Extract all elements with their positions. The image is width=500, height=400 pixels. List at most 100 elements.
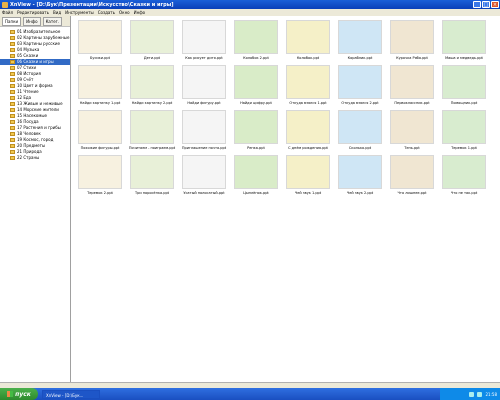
- thumbnail-image: [130, 110, 174, 144]
- tray-icon[interactable]: [469, 391, 475, 397]
- thumbnail-item[interactable]: Дети.ppt: [127, 19, 177, 63]
- maximize-button[interactable]: □: [482, 1, 490, 8]
- menu-info[interactable]: Инфо: [132, 10, 147, 15]
- menu-edit[interactable]: Редактировать: [15, 10, 51, 15]
- thumbnail-filename: Дети.ppt: [143, 56, 161, 60]
- thumbnail-item[interactable]: Помощник.ppt: [439, 64, 489, 108]
- thumbnail-item[interactable]: Колобок.ppt: [283, 19, 333, 63]
- folder-icon: [10, 108, 15, 112]
- windows-logo-icon: [7, 391, 14, 397]
- tab-info[interactable]: Инфо: [23, 16, 41, 26]
- thumbnail-item[interactable]: Найди картинку 1.ppt: [75, 64, 125, 108]
- thumbnail-item[interactable]: Маша и медведь.ppt: [439, 19, 489, 63]
- title-bar: XnView - [D:\Бук\Презентации\Искусство\С…: [0, 0, 500, 9]
- thumbnail-filename: Три поросёнка.ppt: [134, 191, 170, 195]
- thumbnail-item[interactable]: Как рисует дитя.ppt: [179, 19, 229, 63]
- menu-file[interactable]: Файл: [0, 10, 15, 15]
- thumbnail-item[interactable]: Что лишнее.ppt: [387, 154, 437, 198]
- folder-item[interactable]: 22 Страны: [0, 155, 70, 161]
- thumbnail-item[interactable]: Теремок 2.ppt: [75, 154, 125, 198]
- thumbnail-image: [234, 65, 278, 99]
- taskbar: пуск XnView - [D:\Бук... 21:58: [0, 388, 500, 400]
- tab-folders[interactable]: Папки: [2, 16, 22, 26]
- thumbnail-item[interactable]: Три поросёнка.ppt: [127, 154, 177, 198]
- thumbnail-image: [338, 155, 382, 189]
- thumbnail-item[interactable]: Колобок 2.ppt: [231, 19, 281, 63]
- thumbnail-item[interactable]: Найди картинку 2.ppt: [127, 64, 177, 108]
- menu-bar: Файл Редактировать Вид Инструменты Созда…: [0, 9, 500, 16]
- thumbnail-item[interactable]: Чей звук 1.ppt: [283, 154, 333, 198]
- menu-view[interactable]: Вид: [51, 10, 63, 15]
- thumbnail-item[interactable]: Репка.ppt: [231, 109, 281, 153]
- app-icon: [2, 1, 8, 8]
- thumbnail-item[interactable]: Усатый полосатый.ppt: [179, 154, 229, 198]
- thumbnail-image: [182, 20, 226, 54]
- folder-icon: [10, 138, 15, 142]
- thumbnail-image: [286, 65, 330, 99]
- thumbnail-image: [182, 110, 226, 144]
- folder-icon: [10, 126, 15, 130]
- thumbnail-item[interactable]: Кораблик.ppt: [335, 19, 385, 63]
- thumbnail-filename: Откуда взялся 1.ppt: [289, 101, 327, 105]
- volume-icon[interactable]: [477, 391, 483, 397]
- thumbnail-item[interactable]: Первоклассник.ppt: [387, 64, 437, 108]
- thumbnail-item[interactable]: Откуда взялся 1.ppt: [283, 64, 333, 108]
- thumbnail-filename: Найди картинку 1.ppt: [79, 101, 121, 105]
- thumbnail-filename: Почитаем - поиграем.ppt: [128, 146, 176, 150]
- folder-icon: [10, 150, 15, 154]
- thumbnail-item[interactable]: Курочка Ряба.ppt: [387, 19, 437, 63]
- clock: 21:58: [485, 391, 497, 397]
- thumbnail-item[interactable]: Найди фигуру.ppt: [179, 64, 229, 108]
- thumbnail-item[interactable]: С днём рождения.ppt: [283, 109, 333, 153]
- thumbnail-image: [234, 110, 278, 144]
- thumbnail-item[interactable]: Сколько.ppt: [335, 109, 385, 153]
- thumbnail-item[interactable]: Что не так.ppt: [439, 154, 489, 198]
- thumbnail-item[interactable]: Найди цифру.ppt: [231, 64, 281, 108]
- thumbnail-image: [338, 20, 382, 54]
- thumbnail-image: [78, 110, 122, 144]
- thumbnail-image: [78, 65, 122, 99]
- thumbnail-filename: Маша и медведь.ppt: [445, 56, 483, 60]
- thumbnail-item[interactable]: Чей звук 2.ppt: [335, 154, 385, 198]
- minimize-button[interactable]: _: [473, 1, 481, 8]
- thumbnail-filename: Как рисует дитя.ppt: [185, 56, 223, 60]
- thumbnail-item[interactable]: Почитаем - поиграем.ppt: [127, 109, 177, 153]
- thumbnail-item[interactable]: Бусики.ppt: [75, 19, 125, 63]
- menu-tools[interactable]: Инструменты: [63, 10, 96, 15]
- thumbnail-image: [390, 110, 434, 144]
- thumbnail-filename: Колобок.ppt: [296, 56, 320, 60]
- close-button[interactable]: ×: [491, 1, 499, 8]
- thumbnail-item[interactable]: Теремок 1.ppt: [439, 109, 489, 153]
- thumbnail-filename: Тень.ppt: [404, 146, 420, 150]
- thumbnail-filename: Найди фигуру.ppt: [187, 101, 221, 105]
- thumbnail-item[interactable]: Приглашение почта.ppt: [179, 109, 229, 153]
- folder-icon: [10, 144, 15, 148]
- folder-icon: [10, 48, 15, 52]
- menu-window[interactable]: Окно: [117, 10, 132, 15]
- window-title: XnView - [D:\Бук\Презентации\Искусство\С…: [10, 1, 174, 8]
- thumbnail-filename: Чей звук 2.ppt: [346, 191, 374, 195]
- thumbnail-item[interactable]: Цыплёнок.ppt: [231, 154, 281, 198]
- tab-categories[interactable]: Катег.: [42, 16, 63, 26]
- thumbnail-filename: Что лишнее.ppt: [397, 191, 427, 195]
- taskbar-item-xnview[interactable]: XnView - [D:\Бук...: [42, 389, 100, 399]
- thumbnail-filename: Первоклассник.ppt: [394, 101, 430, 105]
- folder-label: 22 Страны: [17, 155, 40, 160]
- folder-icon: [10, 54, 15, 58]
- thumbnail-filename: Кораблик.ppt: [347, 56, 373, 60]
- thumbnail-image: [182, 65, 226, 99]
- thumbnail-filename: Репка.ppt: [247, 146, 265, 150]
- thumbnail-item[interactable]: Похожие фигуры.ppt: [75, 109, 125, 153]
- start-button[interactable]: пуск: [0, 388, 38, 400]
- thumbnail-filename: Курочка Ряба.ppt: [396, 56, 428, 60]
- thumbnail-grid: Бусики.ppt Дети.ppt Как рисует дитя.ppt Кол…: [75, 19, 489, 198]
- thumbnail-filename: Бусики.ppt: [90, 56, 110, 60]
- thumbnail-item[interactable]: Откуда взялся 2.ppt: [335, 64, 385, 108]
- thumbnail-filename: Похожие фигуры.ppt: [80, 146, 120, 150]
- thumbnail-image: [234, 20, 278, 54]
- thumbnail-image: [338, 65, 382, 99]
- thumbnail-image: [182, 155, 226, 189]
- start-label: пуск: [15, 390, 31, 398]
- menu-create[interactable]: Создать: [96, 10, 117, 15]
- thumbnail-item[interactable]: Тень.ppt: [387, 109, 437, 153]
